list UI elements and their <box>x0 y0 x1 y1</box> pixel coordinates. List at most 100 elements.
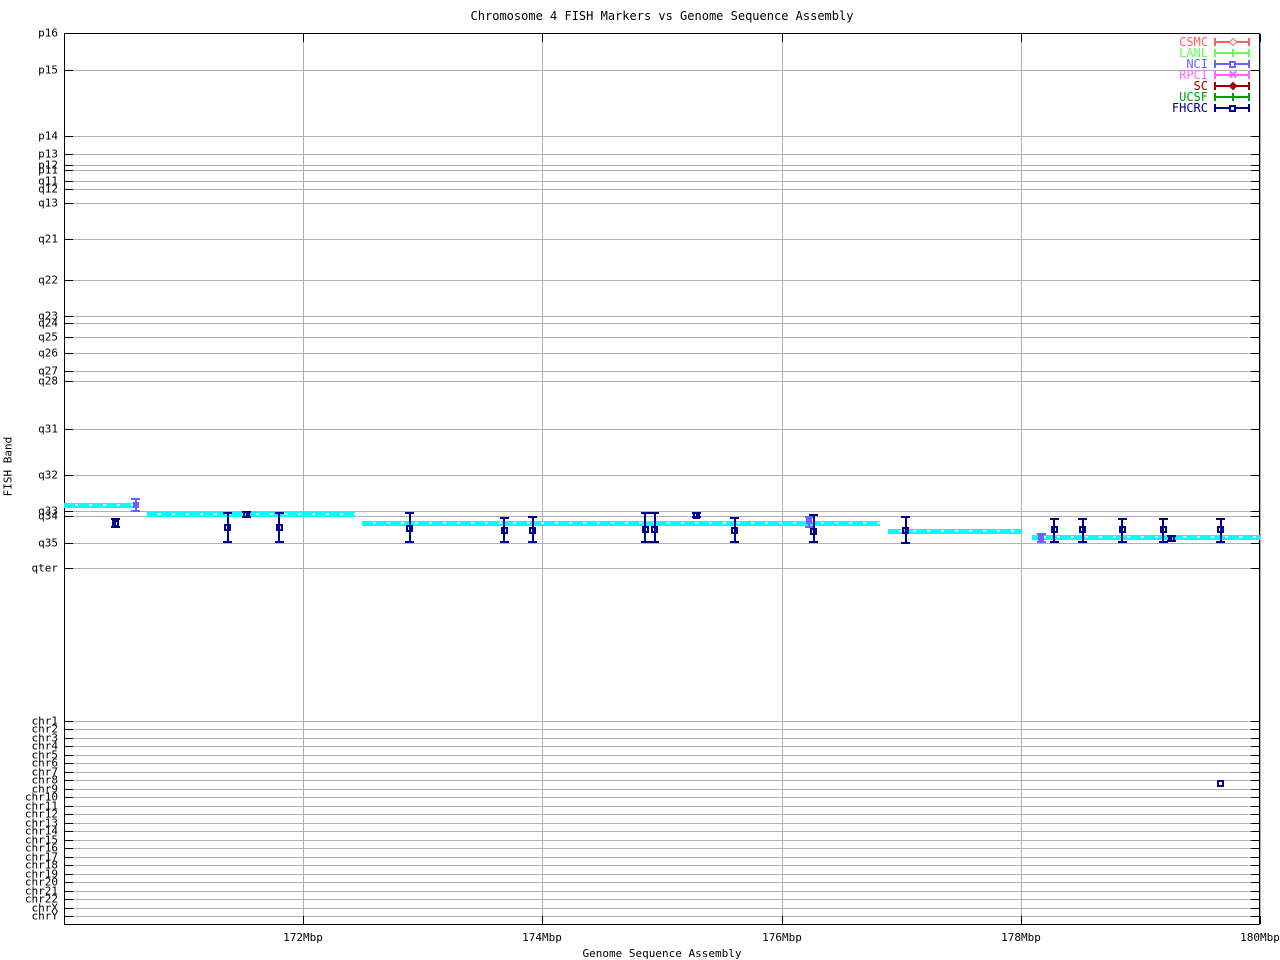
y-tick-label-qter: qter <box>31 561 59 575</box>
y-tick-label-q35: q35 <box>38 536 58 550</box>
y-tick-label-q13: q13 <box>38 196 58 210</box>
legend-cap-left-RPCI <box>1214 71 1216 79</box>
x-tick-label-178Mbp: 178Mbp <box>1001 931 1041 944</box>
legend-cap-right-CSMC <box>1248 38 1250 46</box>
data-point-FHCRC-8 <box>641 525 649 533</box>
legend-cap-right-LANL <box>1248 49 1250 57</box>
y-tick-label-p16: p16 <box>38 26 58 40</box>
error-bar-cap-top-FHCRC <box>730 517 740 519</box>
error-bar-cap-bottom-FHCRC <box>1049 541 1059 543</box>
error-bar-cap-top-NCI <box>131 498 141 500</box>
y-tick-label-chrY: chrY <box>31 909 59 923</box>
legend-cap-right-FHCRC <box>1248 104 1250 112</box>
data-point-NCI-3 <box>1038 535 1045 541</box>
data-point-FHCRC-3 <box>243 511 251 518</box>
gridline-180Mbp <box>1260 34 1261 924</box>
legend-cap-left-FHCRC <box>1214 104 1216 112</box>
legend-cap-right-SC <box>1248 82 1250 90</box>
legend-row-FHCRC: FHCRC <box>1120 101 1250 115</box>
data-point-FHCRC-20 <box>1217 779 1225 787</box>
error-bar-cap-top-FHCRC <box>1117 518 1127 520</box>
data-point-FHCRC-14 <box>1050 525 1058 533</box>
y-tick-label-q21: q21 <box>38 232 58 246</box>
data-point-FHCRC-10 <box>693 511 701 519</box>
x-tick-label-180Mbp: 180Mbp <box>1240 931 1280 944</box>
y-tick-label-q24: q24 <box>38 316 58 330</box>
data-point-FHCRC-12 <box>810 527 818 535</box>
y-tick-label-p14: p14 <box>38 129 58 143</box>
error-bar-cap-bottom-FHCRC <box>223 541 233 543</box>
error-bar-cap-top-FHCRC <box>1049 518 1059 520</box>
error-bar-cap-top-FHCRC <box>640 512 650 514</box>
data-point-FHCRC-7 <box>529 526 537 534</box>
error-bar-cap-bottom-FHCRC <box>650 541 660 543</box>
error-bar-cap-top-FHCRC <box>223 512 233 514</box>
data-point-FHCRC-6 <box>500 526 508 534</box>
legend-sample-SC <box>1214 81 1250 91</box>
error-bar-cap-bottom-FHCRC <box>1078 541 1088 543</box>
data-point-FHCRC-15 <box>1079 525 1087 533</box>
error-bar-cap-top-FHCRC <box>1216 518 1226 520</box>
y-tick-label-q32: q32 <box>38 468 58 482</box>
legend-marker-diamond-SC <box>1228 81 1238 91</box>
error-bar-cap-bottom-FHCRC <box>528 541 538 543</box>
error-bar-cap-bottom-NCI <box>131 510 141 512</box>
error-bar-cap-top-FHCRC <box>274 512 284 514</box>
x-tick-label-174Mbp: 174Mbp <box>522 931 562 944</box>
plot-border <box>64 33 1260 925</box>
legend-cap-left-NCI <box>1214 60 1216 68</box>
error-bar-cap-top-FHCRC <box>901 516 911 518</box>
legend-sample-NCI <box>1214 59 1250 69</box>
legend-sample-RPCI <box>1214 70 1250 80</box>
data-point-FHCRC-18 <box>1167 534 1175 542</box>
data-point-FHCRC-11 <box>731 526 739 534</box>
assembly-segment-5 <box>1031 534 1260 540</box>
legend-row-LANL: LANL <box>1120 47 1250 59</box>
data-point-NCI-2 <box>806 518 813 524</box>
error-bar-cap-top-FHCRC <box>809 514 819 516</box>
legend-cap-right-UCSF <box>1248 93 1250 101</box>
data-point-FHCRC-2 <box>224 523 232 531</box>
error-bar-cap-top-FHCRC <box>405 512 415 514</box>
chart-root: Chromosome 4 FISH Markers vs Genome Sequ… <box>0 0 1280 960</box>
legend-marker-diamond-CSMC <box>1228 37 1238 47</box>
error-bar-cap-bottom-FHCRC <box>405 541 415 543</box>
y-tick-label-q12: q12 <box>38 182 58 196</box>
error-bar-cap-top-FHCRC <box>528 516 538 518</box>
chart-title: Chromosome 4 FISH Markers vs Genome Sequ… <box>470 9 854 23</box>
legend-cap-right-NCI <box>1248 60 1250 68</box>
data-point-FHCRC-16 <box>1118 525 1126 533</box>
assembly-segment-1 <box>64 502 136 508</box>
legend-cap-right-RPCI <box>1248 71 1250 79</box>
error-bar-cap-bottom-FHCRC <box>809 541 819 543</box>
error-bar-cap-top-FHCRC <box>1158 518 1168 520</box>
legend-marker-plus-LANL <box>1232 49 1234 57</box>
y-tick-label-q25: q25 <box>38 330 58 344</box>
error-bar-cap-bottom-FHCRC <box>274 541 284 543</box>
legend-cap-left-CSMC <box>1214 38 1216 46</box>
y-tick-label-p15: p15 <box>38 63 58 77</box>
data-point-FHCRC-1 <box>111 519 119 527</box>
error-bar-cap-bottom-FHCRC <box>901 542 911 544</box>
y-tick-label-q26: q26 <box>38 346 58 360</box>
data-point-FHCRC-5 <box>406 524 414 532</box>
legend-sample-LANL <box>1214 48 1250 58</box>
error-bar-cap-bottom-FHCRC <box>499 541 509 543</box>
error-bar-cap-bottom-FHCRC <box>1216 541 1226 543</box>
xtick-top-180Mbp <box>1260 34 1261 42</box>
legend-sample-CSMC <box>1214 37 1250 47</box>
y-tick-label-q31: q31 <box>38 422 58 436</box>
x-axis-title: Genome Sequence Assembly <box>582 947 742 960</box>
x-tick-label-176Mbp: 176Mbp <box>762 931 802 944</box>
x-tick-label-172Mbp: 172Mbp <box>283 931 323 944</box>
y-tick-label-q22: q22 <box>38 273 58 287</box>
legend-cap-left-UCSF <box>1214 93 1216 101</box>
assembly-segment-3 <box>361 521 880 526</box>
y-tick-label-q34: q34 <box>38 509 58 523</box>
data-point-NCI-1 <box>132 502 139 508</box>
legend-marker-square-FHCRC <box>1229 104 1236 112</box>
data-point-FHCRC-13 <box>902 526 910 534</box>
legend-label-FHCRC: FHCRC <box>1171 101 1208 115</box>
data-point-FHCRC-4 <box>275 523 283 531</box>
error-bar-cap-top-FHCRC <box>650 512 660 514</box>
